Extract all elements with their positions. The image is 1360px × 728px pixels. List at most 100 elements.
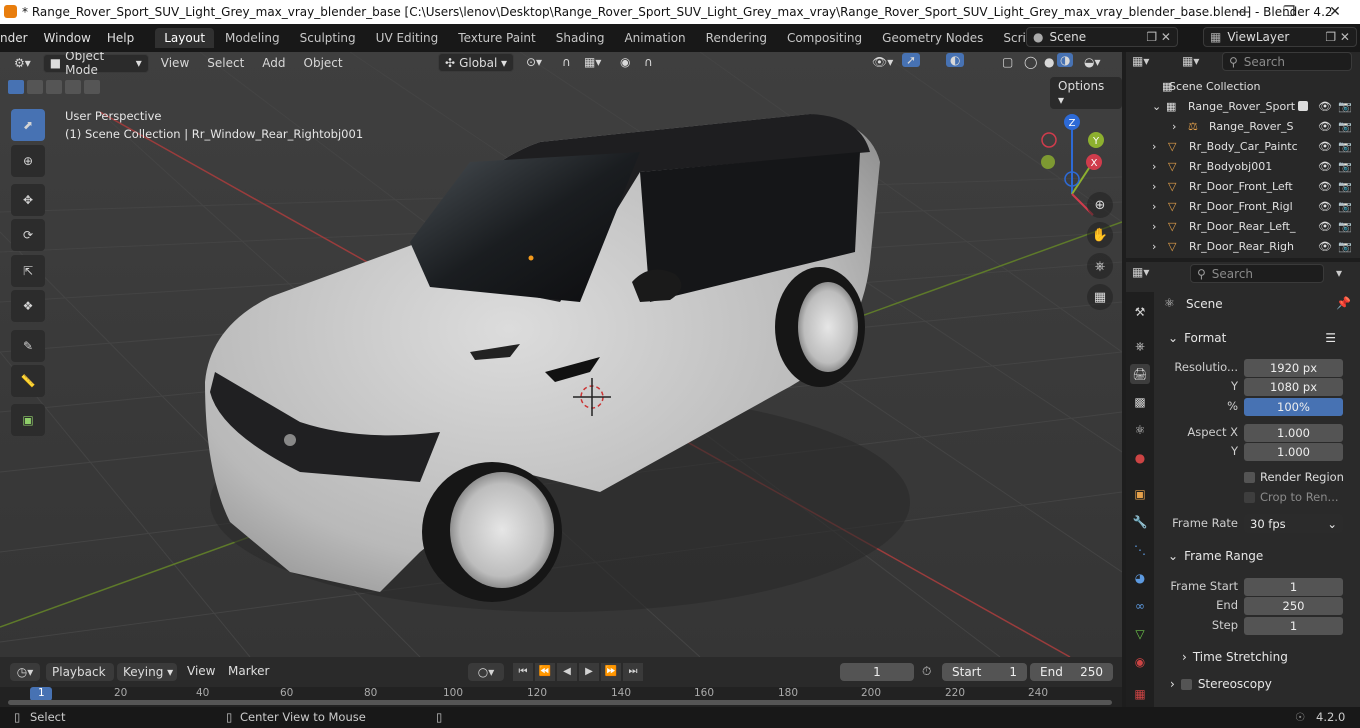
frame-start-field[interactable]: 1: [1244, 578, 1343, 596]
tab-compositing[interactable]: Compositing: [778, 28, 871, 48]
perspective-toggle-button[interactable]: ▦: [1087, 284, 1113, 310]
menu-object[interactable]: Object: [298, 56, 349, 70]
camera-icon[interactable]: 📷: [1338, 100, 1352, 113]
menu-add[interactable]: Add: [256, 56, 291, 70]
stereoscopy-checkbox[interactable]: [1180, 678, 1192, 690]
resolution-x-field[interactable]: 1920 px: [1244, 359, 1343, 377]
eye-icon[interactable]: 👁: [1318, 200, 1332, 213]
physics-tab-icon[interactable]: ◕: [1130, 568, 1150, 588]
proportional-edit-icon[interactable]: ◉: [614, 55, 636, 69]
properties-panel[interactable]: ▦▾ ⚲ Search ▾ ⚒ ⎈ 🖨 ▩ ⚛ ● ▣ 🔧 ⋱ ◕ ∞ ▽ ◉ …: [1126, 262, 1360, 707]
crop-checkbox[interactable]: [1244, 492, 1255, 503]
world-tab-icon[interactable]: ●: [1130, 448, 1150, 468]
viewport-scene[interactable]: Z Y X: [0, 52, 1122, 657]
tab-geometry-nodes[interactable]: Geometry Nodes: [873, 28, 992, 48]
select-box-tool[interactable]: ⬈: [11, 109, 45, 141]
select-extend-icon[interactable]: [27, 80, 43, 94]
scene-selector[interactable]: ● Scene ❐ ✕: [1026, 27, 1178, 47]
keying-menu[interactable]: Keying ▾: [117, 663, 177, 681]
frame-range-section-header[interactable]: ⌄ Frame Range: [1162, 544, 1352, 568]
outliner-item[interactable]: › ▽ Rr_Door_Rear_Righ 👁 📷: [1126, 236, 1360, 256]
tool-tab-icon[interactable]: ⚒: [1130, 302, 1150, 322]
outliner-search-input[interactable]: ⚲ Search: [1222, 52, 1352, 71]
object-tab-icon[interactable]: ▣: [1130, 484, 1150, 504]
timeline-scrollbar[interactable]: [8, 700, 1112, 705]
menu-view[interactable]: View: [155, 56, 195, 70]
chevron-right-icon[interactable]: ›: [1152, 180, 1156, 193]
outliner-item[interactable]: › ▽ Rr_Door_Front_Left 👁 📷: [1126, 176, 1360, 196]
aspect-y-field[interactable]: 1.000: [1244, 443, 1343, 461]
properties-editor-icon[interactable]: ▦▾: [1132, 265, 1149, 279]
tab-shading[interactable]: Shading: [547, 28, 614, 48]
aspect-x-field[interactable]: 1.000: [1244, 424, 1343, 442]
pin-icon[interactable]: 📌: [1336, 296, 1351, 310]
play-icon[interactable]: ▶: [579, 663, 599, 681]
outliner-item[interactable]: › ▽ Rr_Bodyobj001 👁 📷: [1126, 156, 1360, 176]
data-tab-icon[interactable]: ▽: [1130, 624, 1150, 644]
pan-button[interactable]: ✋: [1087, 222, 1113, 248]
timeline-view-menu[interactable]: View: [187, 664, 215, 678]
menu-help[interactable]: Help: [99, 31, 142, 45]
chevron-right-icon[interactable]: ›: [1152, 200, 1156, 213]
current-frame-field[interactable]: 1: [840, 663, 914, 681]
outliner-panel[interactable]: ▦▾ ▦▾ ⚲ Search ▦ Scene Collection ⌄ ▦ Ra…: [1126, 52, 1360, 258]
particles-tab-icon[interactable]: ⋱: [1130, 540, 1150, 560]
tab-uv-editing[interactable]: UV Editing: [367, 28, 448, 48]
eye-icon[interactable]: 👁: [1318, 240, 1332, 253]
cursor-tool[interactable]: ⊕: [11, 145, 45, 177]
timeline-editor[interactable]: ◷▾ Playback ▾ Keying ▾ View Marker ○▾ ⏮ …: [0, 657, 1122, 707]
output-tab-icon[interactable]: 🖨: [1130, 364, 1150, 384]
material-tab-icon[interactable]: ◉: [1130, 652, 1150, 672]
chevron-right-icon[interactable]: ›: [1152, 140, 1156, 153]
frame-end-field[interactable]: 250: [1244, 597, 1343, 615]
tab-texture-paint[interactable]: Texture Paint: [449, 28, 544, 48]
eye-icon[interactable]: 👁: [1318, 100, 1332, 113]
modifier-tab-icon[interactable]: 🔧: [1130, 512, 1150, 532]
stopwatch-icon[interactable]: ⏱: [922, 664, 931, 679]
tab-rendering[interactable]: Rendering: [697, 28, 776, 48]
camera-icon[interactable]: 📷: [1338, 120, 1352, 133]
outliner-filter-icon[interactable]: ▦▾: [1182, 54, 1199, 68]
format-section-header[interactable]: ⌄ Format ☰: [1162, 326, 1352, 350]
transform-tool[interactable]: ❖: [11, 290, 45, 322]
outliner-item[interactable]: › ⚖ Range_Rover_S 👁 📷: [1126, 116, 1360, 136]
rotate-tool[interactable]: ⟳: [11, 219, 45, 251]
playback-menu[interactable]: Playback ▾: [46, 663, 114, 697]
eye-icon[interactable]: 👁: [1318, 220, 1332, 233]
stereoscopy-section-header[interactable]: › Stereoscopy: [1162, 672, 1352, 696]
start-frame-field[interactable]: Start 1: [942, 663, 1027, 681]
falloff-icon[interactable]: ∩: [638, 55, 659, 69]
overlay-toggle-icon[interactable]: ◐: [946, 53, 965, 67]
select-subtract-icon[interactable]: [46, 80, 62, 94]
menu-select[interactable]: Select: [201, 56, 250, 70]
add-cube-tool[interactable]: ▣: [11, 404, 45, 436]
outliner-scene-collection[interactable]: ▦ Scene Collection: [1126, 76, 1360, 96]
select-invert-icon[interactable]: [65, 80, 81, 94]
new-viewlayer-icon[interactable]: ❐ ✕: [1325, 30, 1350, 44]
tab-animation[interactable]: Animation: [615, 28, 694, 48]
close-button[interactable]: ✕: [1312, 0, 1358, 24]
jump-start-icon[interactable]: ⏮: [513, 663, 533, 681]
frame-rate-dropdown[interactable]: 30 fps ⌄: [1244, 514, 1343, 533]
select-new-icon[interactable]: [8, 80, 24, 94]
orientation-dropdown[interactable]: ✣ Global ▾: [438, 53, 514, 72]
timeline-marker-menu[interactable]: Marker: [228, 664, 269, 678]
pivot-icon[interactable]: ⊙▾: [520, 55, 548, 69]
camera-icon[interactable]: 📷: [1338, 240, 1352, 253]
xray-icon[interactable]: ▢: [996, 55, 1019, 69]
camera-view-button[interactable]: ⎈: [1087, 253, 1113, 279]
visibility-icon[interactable]: 👁▾: [866, 55, 899, 69]
scene-tab-icon[interactable]: ⚛: [1130, 420, 1150, 440]
chevron-right-icon[interactable]: ›: [1152, 240, 1156, 253]
material-shading-icon[interactable]: ◑: [1057, 53, 1074, 67]
menu-window[interactable]: Window: [36, 31, 99, 45]
select-intersect-icon[interactable]: [84, 80, 100, 94]
chevron-right-icon[interactable]: ›: [1152, 220, 1156, 233]
resolution-percent-field[interactable]: 100%: [1244, 398, 1343, 416]
resolution-y-field[interactable]: 1080 px: [1244, 378, 1343, 396]
3d-viewport[interactable]: Z Y X ⚙▾ ■ Object Mode ▾ View Select Add…: [0, 52, 1122, 657]
time-stretching-section-header[interactable]: › Time Stretching: [1182, 645, 1352, 669]
eye-icon[interactable]: 👁: [1318, 140, 1332, 153]
render-tab-icon[interactable]: ⎈: [1130, 336, 1150, 356]
frame-step-field[interactable]: 1: [1244, 617, 1343, 635]
